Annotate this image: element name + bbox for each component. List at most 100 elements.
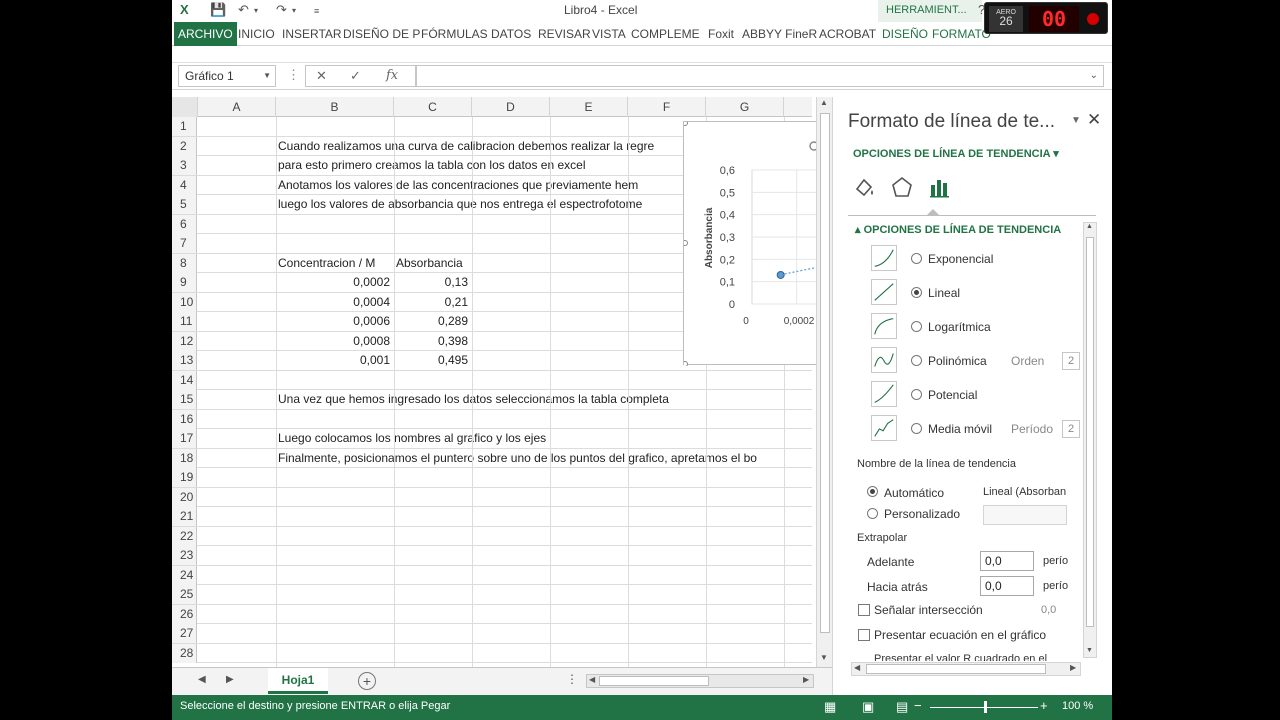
table-row[interactable]: 16 [172,409,812,429]
embedded-chart[interactable]: 0,6 0,5 0,4 0,3 0,2 0,1 0 0 0,0002 Absorbancia [683,121,819,366]
row-header[interactable]: 10 [172,292,197,312]
row-header[interactable]: 25 [172,585,197,604]
trendline-type-radio[interactable] [911,389,922,400]
cell-b[interactable]: 0,0004 [276,293,390,312]
undo-icon[interactable]: ↶ [238,2,249,20]
section-header[interactable]: ▴ OPCIONES DE LÍNEA DE TENDENCIA [855,223,1061,236]
equation-checkbox[interactable] [858,629,870,641]
column-header-g[interactable]: G [706,97,784,117]
column-header-f[interactable]: F [628,97,706,117]
save-icon[interactable]: 💾 [210,2,226,20]
table-row[interactable]: 25 [172,585,812,605]
scrollbar-thumb[interactable] [820,113,830,633]
backward-input[interactable]: 0,0 [980,576,1034,596]
scrollbar-thumb[interactable] [866,664,1046,674]
column-header-a[interactable]: A [198,97,276,117]
scroll-down-icon[interactable]: ▼ [1086,647,1093,654]
page-break-view-icon[interactable]: ▤ [896,699,908,715]
row-header[interactable]: 12 [172,331,197,351]
row-header[interactable]: 22 [172,526,197,546]
custom-radio[interactable] [867,508,878,519]
row-header[interactable]: 16 [172,409,197,429]
row-header[interactable]: 4 [172,175,197,195]
cell-b[interactable]: luego los valores de absorbancia que nos… [278,195,642,214]
table-row[interactable]: 27 [172,624,812,644]
row-header[interactable]: 1 [172,117,197,136]
row-header[interactable]: 9 [172,273,197,292]
intercept-checkbox[interactable] [858,604,870,616]
tab-inicio[interactable]: INICIO [235,22,278,46]
tab-formulas[interactable]: FÓRMULAS [418,22,491,46]
chevron-down-icon[interactable]: ▼ [263,71,271,80]
trendline-type-label[interactable]: Media móvil [928,422,992,436]
vertical-scrollbar[interactable]: ▲ ▼ [816,97,832,667]
enter-icon[interactable]: ✓ [350,68,361,84]
tab-vista[interactable]: VISTA [589,22,629,46]
row-header[interactable]: 21 [172,507,197,526]
sheet-tab-hoja1[interactable]: Hoja1 [268,668,328,694]
effects-icon[interactable] [889,175,915,199]
row-header[interactable]: 19 [172,468,197,487]
trendline-param-input[interactable]: 2 [1062,420,1080,438]
row-header[interactable]: 28 [172,643,197,663]
cell-b[interactable]: Concentracion / M [278,254,375,273]
cell-b[interactable]: 0,0008 [276,332,390,351]
cell-b[interactable]: 0,0006 [276,312,390,331]
horizontal-scrollbar[interactable]: ◀ ▶ [586,674,814,688]
automatic-radio[interactable] [867,486,878,497]
table-row[interactable]: 21 [172,507,812,527]
trendline-type-label[interactable]: Lineal [928,286,960,300]
row-header[interactable]: 13 [172,351,197,370]
column-header-b[interactable]: B [276,97,394,117]
table-row[interactable]: 23 [172,546,812,566]
page-layout-icon[interactable]: ▣ [862,699,874,715]
tab-complementos[interactable]: COMPLEME [628,22,703,46]
row-header[interactable]: 24 [172,565,197,585]
tab-acrobat[interactable]: ACROBAT [816,22,879,46]
cell-b[interactable]: 0,0002 [276,273,390,292]
column-header-d[interactable]: D [472,97,550,117]
record-icon[interactable] [1087,13,1099,25]
pane-horizontal-scrollbar[interactable]: ◀ ▶ [851,662,1081,676]
row-header[interactable]: 5 [172,195,197,214]
zoom-slider-handle[interactable] [984,701,987,713]
tab-diseno-de-pagina[interactable]: DISEÑO DE P [340,22,423,46]
cell-c[interactable]: 0,289 [394,312,468,331]
tab-datos[interactable]: DATOS [488,22,534,46]
trendline-type-radio[interactable] [911,355,922,366]
table-row[interactable]: 28 [172,643,812,663]
trendline-type-radio[interactable] [911,287,922,298]
zoom-out-icon[interactable]: − [914,698,922,713]
row-header[interactable]: 11 [172,312,197,331]
scroll-right-icon[interactable]: ▶ [803,675,809,684]
pane-options-dropdown-icon[interactable]: ▼ [1071,115,1081,126]
row-header[interactable]: 27 [172,624,197,643]
column-header-e[interactable]: E [550,97,628,117]
cell-b[interactable]: para esto primero creamos la tabla con l… [278,156,586,175]
expand-formula-icon[interactable]: ⌄ [1090,70,1098,81]
cancel-icon[interactable]: ✕ [316,68,327,84]
tab-archivo[interactable]: ARCHIVO [174,22,237,46]
trendline-type-label[interactable]: Exponencial [928,252,993,266]
tab-diseno[interactable]: DISEÑO [879,22,931,46]
table-row[interactable]: 19 [172,468,812,488]
column-header-c[interactable]: C [394,97,472,117]
row-header[interactable]: 2 [172,136,197,156]
formula-input[interactable]: ⌄ [415,65,1104,87]
trendline-type-radio[interactable] [911,253,922,264]
tab-insertar[interactable]: INSERTAR [279,22,345,46]
tab-foxit[interactable]: Foxit [705,22,737,46]
trendline-type-label[interactable]: Logarítmica [928,320,991,334]
table-row[interactable]: 22 [172,526,812,546]
cell-c[interactable]: 0,398 [394,332,468,351]
tab-abbyy[interactable]: ABBYY FineR [739,22,820,46]
trendline-options-icon[interactable] [927,175,953,199]
table-row[interactable]: 18 Finalmente, posicionamos el puntero so… [172,448,812,468]
pane-options-menu[interactable]: OPCIONES DE LÍNEA DE TENDENCIA ▾ [853,147,1059,160]
trendline-type-label[interactable]: Polinómica [928,354,987,368]
trendline-type-radio[interactable] [911,321,922,332]
table-row[interactable]: 17 Luego colocamos los nombres al grafico… [172,429,812,449]
cell-c[interactable]: 0,21 [394,293,468,312]
table-row[interactable]: 14 [172,370,812,390]
trendline-type-label[interactable]: Potencial [928,388,977,402]
